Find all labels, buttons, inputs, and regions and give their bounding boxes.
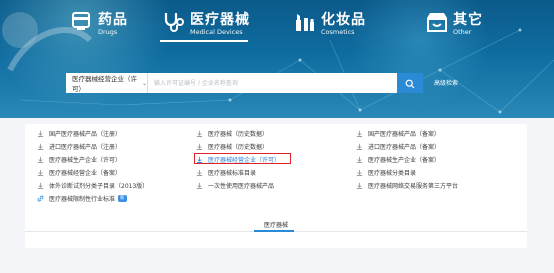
list-item-label: 医疗器械（历史数据） — [208, 130, 269, 138]
database-icon — [37, 130, 44, 137]
new-badge: 新 — [118, 194, 127, 202]
list-item-label: 体外诊断试剂分类子目录（2013版） — [49, 182, 149, 190]
pill-icon — [70, 10, 94, 38]
database-icon — [196, 156, 203, 163]
list-item[interactable]: 医疗器械经营企业（备案） — [37, 167, 121, 177]
list-item-label: 医疗器械分类目录 — [368, 169, 417, 177]
list-item-label: 医疗器械生产企业（备案） — [368, 156, 441, 164]
category-drugs[interactable]: 药品 Drugs — [70, 8, 128, 40]
list-item-selected[interactable]: 医疗器械经营企业（许可） — [196, 154, 280, 164]
database-icon — [196, 143, 203, 150]
category-title: 化妆品 — [321, 11, 366, 28]
list-item-label: 国产医疗器械产品（注册） — [49, 130, 122, 138]
database-icon — [37, 182, 44, 189]
list-item[interactable]: 医疗器械（历史数据） — [196, 128, 268, 138]
category-medical-devices[interactable]: 医疗器械 Medical Devices — [162, 8, 250, 40]
list-item[interactable]: 医疗器械限制性行业标准 新 — [37, 193, 127, 203]
list-item[interactable]: 医疗器械（历史数据） — [196, 141, 268, 151]
list-item[interactable]: 进口医疗器械产品（注册） — [37, 141, 121, 151]
database-icon — [356, 143, 363, 150]
database-icon — [196, 130, 203, 137]
list-item[interactable]: 进口医疗器械产品（备案） — [356, 141, 440, 151]
list-item-label: 医疗器械（历史数据） — [208, 143, 269, 151]
search-bar: 医疗器械经营企业（许可） ⌄ — [66, 73, 423, 93]
database-icon — [37, 156, 44, 163]
database-icon — [356, 130, 363, 137]
search-button[interactable] — [397, 73, 423, 93]
list-item-label: 国产医疗器械产品（备案） — [368, 130, 441, 138]
list-item-label: 医疗器械标准目录 — [208, 169, 257, 177]
database-icon — [356, 169, 363, 176]
category-title: 医疗器械 — [190, 11, 250, 28]
database-icon — [37, 169, 44, 176]
database-icon — [37, 143, 44, 150]
lipstick-icon — [293, 10, 317, 38]
category-title: 药品 — [98, 11, 128, 28]
database-icon — [196, 182, 203, 189]
list-item[interactable]: 国产医疗器械产品（注册） — [37, 128, 121, 138]
database-icon — [356, 182, 363, 189]
chevron-down-icon: ⌄ — [141, 79, 147, 87]
database-icon — [196, 169, 203, 176]
active-tab-indicator — [254, 230, 294, 232]
search-scope-select[interactable]: 医疗器械经营企业（许可） ⌄ — [66, 73, 148, 93]
category-subtitle: Cosmetics — [321, 27, 355, 36]
link-icon — [37, 195, 44, 201]
list-item-label: 医疗器械经营企业（许可） — [208, 156, 281, 164]
search-scope-label: 医疗器械经营企业（许可） — [72, 75, 137, 93]
category-title: 其它 — [453, 11, 483, 28]
database-icon — [356, 156, 363, 163]
category-other[interactable]: 其它 Other — [425, 8, 483, 40]
search-icon — [405, 74, 415, 93]
list-item-label: 进口医疗器械产品（注册） — [49, 143, 122, 151]
category-banner: 药品 Drugs 医疗器械 Medical Devices 化妆品 Cosmet… — [0, 0, 554, 118]
category-cosmetics[interactable]: 化妆品 Cosmetics — [293, 8, 366, 40]
category-subtitle: Medical Devices — [190, 27, 243, 36]
list-item[interactable]: 体外诊断试剂分类子目录（2013版） — [37, 180, 148, 190]
stethoscope-icon — [162, 10, 186, 38]
list-item[interactable]: 医疗器械生产企业（许可） — [37, 154, 121, 164]
advanced-search-link[interactable]: 高级检索 — [434, 78, 458, 87]
database-list-panel: 国产医疗器械产品（注册） 医疗器械（历史数据） 国产医疗器械产品（备案） 进口医… — [25, 124, 527, 248]
list-item[interactable]: 医疗器械生产企业（备案） — [356, 154, 440, 164]
store-icon — [425, 10, 449, 38]
list-item[interactable]: 一次性使用医疗器械产品 — [196, 180, 274, 190]
list-item[interactable]: 医疗器械分类目录 — [356, 167, 416, 177]
list-item-label: 医疗器械生产企业（许可） — [49, 156, 122, 164]
list-item-label: 一次性使用医疗器械产品 — [208, 182, 275, 190]
list-item[interactable]: 国产医疗器械产品（备案） — [356, 128, 440, 138]
active-category-indicator — [160, 40, 248, 42]
list-item-label: 进口医疗器械产品（备案） — [368, 143, 441, 151]
list-item[interactable]: 医疗器械网络交易服务第三方平台 — [356, 180, 458, 190]
search-input[interactable] — [148, 73, 397, 93]
list-item[interactable]: 医疗器械标准目录 — [196, 167, 256, 177]
list-item-label: 医疗器械经营企业（备案） — [49, 169, 122, 177]
category-subtitle: Drugs — [98, 27, 118, 36]
category-subtitle: Other — [453, 27, 472, 36]
list-item-label: 医疗器械网络交易服务第三方平台 — [368, 182, 459, 190]
list-item-label: 医疗器械限制性行业标准 — [49, 195, 116, 203]
